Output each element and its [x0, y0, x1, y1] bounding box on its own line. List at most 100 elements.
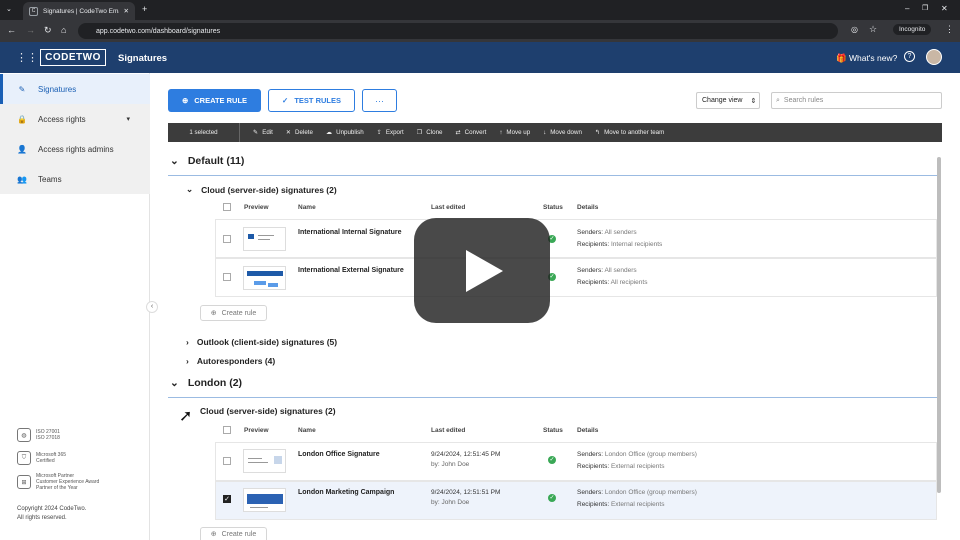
eye-off-icon[interactable]: ◎ — [851, 25, 858, 34]
team-icon: 👥 — [17, 174, 27, 184]
sidebar-item-signatures[interactable]: ✎ Signatures — [0, 74, 150, 104]
create-rule-inline-button[interactable]: ⊕ Create rule — [200, 305, 267, 321]
tab-close-icon[interactable]: ✕ — [124, 7, 129, 15]
codetwo-logo[interactable]: CODETWO — [40, 49, 106, 66]
table-row-selected[interactable] — [215, 481, 937, 520]
sidebar-item-label: Teams — [38, 174, 62, 184]
col-last-edited[interactable]: Last edited — [431, 427, 465, 434]
create-rule-inline-button[interactable]: ⊕ Create rule — [200, 527, 267, 540]
whats-new-button[interactable]: 🎁 What's new? — [836, 53, 897, 64]
reload-icon[interactable]: ↻ — [44, 25, 52, 36]
create-rule-button[interactable]: ⊕ CREATE RULE — [168, 89, 261, 112]
plus-circle-icon: ⊕ — [181, 96, 189, 105]
app-launcher-icon[interactable]: ⋮⋮ — [16, 51, 38, 64]
selection-toolbar: 1 selected ✎ Edit ✕ Delete ☁ Unpublish ⇪ Exp… — [168, 123, 942, 142]
scrollbar[interactable] — [937, 157, 941, 493]
signature-preview-thumbnail[interactable] — [243, 488, 286, 512]
group-header-default[interactable]: ⌄ Default (11) — [170, 155, 244, 167]
back-icon[interactable]: ← — [7, 25, 16, 35]
row-checkbox[interactable] — [223, 273, 231, 281]
video-play-button[interactable] — [414, 218, 550, 323]
home-icon[interactable]: ⌂ — [61, 25, 66, 35]
table-row[interactable] — [215, 442, 937, 481]
minimize-icon[interactable]: – — [905, 4, 909, 13]
restore-icon[interactable]: ❐ — [922, 4, 928, 12]
window-close-icon[interactable]: ✕ — [941, 4, 948, 13]
sidebar-item-label: Access rights admins — [38, 144, 114, 154]
microsoft-logo-icon: ⊞ — [17, 475, 31, 489]
table-row[interactable] — [215, 258, 937, 297]
row-checkbox[interactable] — [223, 457, 231, 465]
sidebar-item-teams[interactable]: 👥 Teams — [0, 164, 150, 194]
convert-icon: ⇄ — [455, 129, 461, 136]
signature-preview-thumbnail[interactable] — [243, 227, 286, 251]
move-up-button[interactable]: ↑ Move up — [499, 129, 530, 136]
page-title: Signatures — [118, 53, 168, 64]
select-all-checkbox[interactable] — [223, 203, 231, 211]
sidebar-item-access-rights[interactable]: 🔒 Access rights ▾ — [0, 104, 150, 134]
pencil-icon: ✎ — [253, 129, 259, 136]
delete-button[interactable]: ✕ Delete — [286, 129, 313, 136]
browser-menu-icon[interactable]: ⋮ — [945, 24, 954, 35]
group-header-london[interactable]: ⌄ London (2) — [170, 377, 242, 389]
more-actions-button[interactable]: ··· — [362, 89, 397, 112]
rule-details: Senders: London Office (group members) R… — [577, 451, 697, 470]
sidebar-item-label: Access rights — [38, 114, 86, 124]
search-input[interactable]: ⌕ Search rules — [771, 92, 942, 109]
col-preview: Preview — [244, 427, 269, 434]
new-tab-icon[interactable]: + — [142, 4, 147, 14]
convert-button[interactable]: ⇄ Convert — [455, 129, 486, 136]
row-checkbox-checked[interactable]: ✓ — [223, 495, 231, 503]
tab-title: Signatures | CodeTwo Email Si... — [43, 7, 119, 15]
group-divider — [168, 397, 937, 398]
rule-name[interactable]: International Internal Signature — [298, 229, 401, 236]
test-rules-button[interactable]: ✓ TEST RULES — [268, 89, 355, 112]
rule-name[interactable]: London Office Signature — [298, 451, 380, 458]
select-all-checkbox[interactable] — [223, 426, 231, 434]
move-to-team-button[interactable]: ↰ Move to another team — [595, 129, 664, 136]
avatar[interactable] — [926, 49, 942, 65]
url-text: app.codetwo.com/dashboard/signatures — [96, 27, 221, 35]
move-down-button[interactable]: ↓ Move down — [543, 129, 582, 136]
col-preview: Preview — [244, 204, 269, 211]
mouse-cursor-icon: ➚ — [179, 408, 193, 425]
tab-search-icon[interactable]: ⌄ — [6, 5, 12, 13]
iso-icon: ◍ — [17, 428, 31, 442]
rule-name[interactable]: London Marketing Campaign — [298, 489, 394, 496]
subgroup-header-autoresponders[interactable]: › Autoresponders (4) — [186, 356, 275, 366]
person-icon: 👤 — [17, 144, 27, 154]
lock-icon: 🔒 — [17, 114, 27, 124]
col-name[interactable]: Name — [298, 204, 316, 211]
help-icon[interactable]: ? — [904, 51, 915, 62]
unpublish-button[interactable]: ☁ Unpublish — [326, 129, 364, 136]
browser-toolbar: ← → ↻ ⌂ app.codetwo.com/dashboard/signat… — [0, 20, 960, 42]
rule-name[interactable]: International External Signature — [298, 267, 404, 274]
bookmark-star-icon[interactable]: ☆ — [869, 24, 877, 35]
signature-preview-thumbnail[interactable] — [243, 266, 286, 290]
export-button[interactable]: ⇪ Export — [377, 129, 404, 136]
chevron-down-icon: ⌄ — [186, 184, 194, 194]
last-edited-info: 9/24/2024, 12:51:45 PM by: John Doe — [431, 451, 501, 468]
subgroup-header-cloud-london[interactable]: Cloud (server-side) signatures (2) — [200, 406, 336, 416]
sidebar-item-access-rights-admins[interactable]: 👤 Access rights admins — [0, 134, 150, 164]
last-edited-info: 9/24/2024, 12:51:51 PM by: John Doe — [431, 489, 501, 506]
address-bar[interactable]: app.codetwo.com/dashboard/signatures — [78, 23, 838, 39]
change-view-dropdown[interactable]: Change view ⇕ — [696, 92, 760, 109]
subgroup-header-cloud-default[interactable]: ⌄ Cloud (server-side) signatures (2) — [186, 184, 337, 195]
clone-button[interactable]: ❐ Clone — [417, 129, 443, 136]
table-row[interactable] — [215, 219, 937, 258]
rule-details: Senders: All senders Recipients: Interna… — [577, 229, 663, 248]
col-name[interactable]: Name — [298, 427, 316, 434]
collapse-sidebar-icon[interactable]: ‹ — [146, 301, 158, 313]
move-icon: ↰ — [594, 129, 601, 136]
subgroup-header-outlook[interactable]: › Outlook (client-side) signatures (5) — [186, 337, 337, 347]
forward-icon[interactable]: → — [26, 25, 35, 35]
row-checkbox[interactable] — [223, 235, 231, 243]
browser-tab[interactable]: C Signatures | CodeTwo Email Si... ✕ — [23, 2, 135, 20]
chevron-right-icon: › — [186, 337, 189, 347]
incognito-badge[interactable]: Incognito — [893, 24, 932, 35]
signature-preview-thumbnail[interactable] — [243, 449, 286, 473]
edit-button[interactable]: ✎ Edit — [253, 129, 273, 136]
chevron-down-icon: ⌄ — [170, 377, 179, 389]
col-last-edited[interactable]: Last edited — [431, 204, 465, 211]
